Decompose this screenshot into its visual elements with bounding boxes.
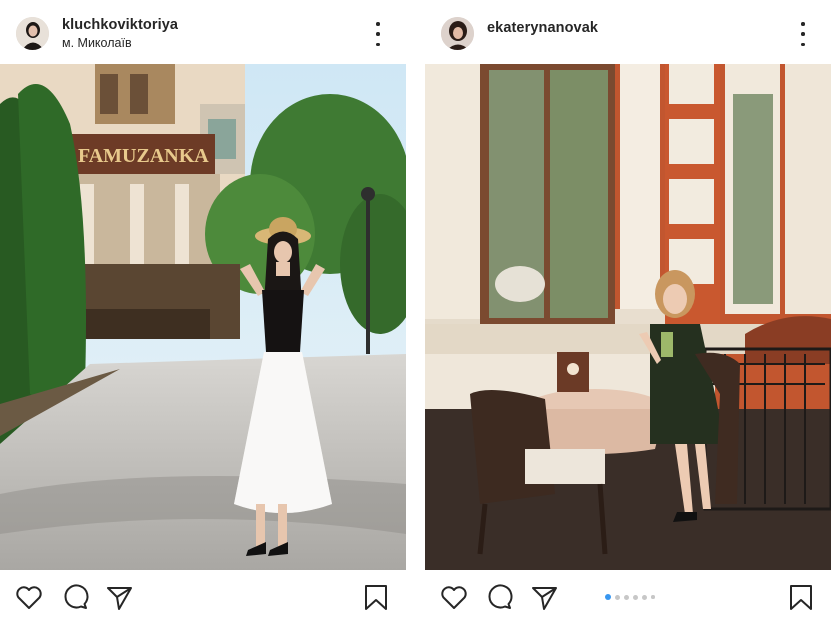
post-header: ekaterynanovak [425, 0, 838, 64]
username[interactable]: ekaterynanovak [487, 20, 598, 36]
bookmark-icon[interactable] [361, 582, 391, 612]
username[interactable]: kluchkoviktoriya [62, 17, 178, 33]
dot-icon [801, 42, 805, 46]
dot-icon [376, 22, 380, 26]
post-header: kluchkoviktoriya м. Миколаїв [0, 0, 408, 64]
heart-icon[interactable] [439, 582, 469, 612]
post-photo[interactable]: FAMUZANKA [0, 64, 406, 570]
more-options-button[interactable] [793, 22, 813, 46]
dot-icon [376, 42, 380, 46]
comment-icon[interactable] [484, 582, 514, 612]
post-actions [425, 578, 838, 614]
carousel-dot[interactable] [642, 594, 647, 600]
location[interactable]: м. Миколаїв [62, 36, 132, 50]
carousel-indicator [605, 594, 655, 600]
carousel-dot[interactable] [615, 594, 620, 600]
post-card: kluchkoviktoriya м. Миколаїв FAMUZANKA [0, 0, 408, 622]
dot-icon [801, 22, 805, 26]
shop-sign: FAMUZANKA [78, 145, 209, 167]
post-photo[interactable] [425, 64, 831, 570]
dot-icon [376, 32, 380, 36]
more-options-button[interactable] [368, 22, 388, 46]
share-icon[interactable] [529, 582, 559, 612]
heart-icon[interactable] [14, 582, 44, 612]
share-icon[interactable] [104, 582, 134, 612]
post-actions [0, 578, 408, 614]
carousel-dot[interactable] [651, 595, 655, 599]
avatar[interactable] [441, 17, 474, 50]
carousel-dot[interactable] [624, 594, 629, 600]
avatar[interactable] [16, 17, 49, 50]
carousel-dot[interactable] [605, 594, 611, 600]
post-card: ekaterynanovak [425, 0, 838, 622]
carousel-dot[interactable] [633, 594, 638, 600]
bookmark-icon[interactable] [786, 582, 816, 612]
comment-icon[interactable] [60, 582, 90, 612]
dot-icon [801, 32, 805, 36]
